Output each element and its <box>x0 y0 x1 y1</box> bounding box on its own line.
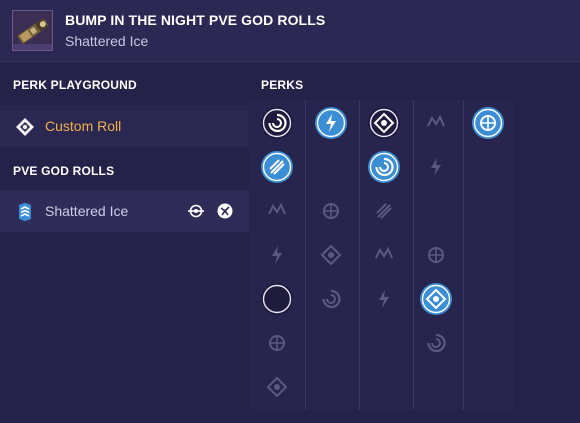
crossed-trait-perk-icon[interactable] <box>367 194 401 228</box>
cross-trait-perk-icon[interactable] <box>419 326 453 360</box>
header: BUMP IN THE NIGHT PVE GOD ROLLS Shattere… <box>0 0 580 62</box>
atom-trait-perk-icon[interactable] <box>419 194 453 228</box>
column-divider <box>359 100 360 410</box>
car-trait-perk-icon[interactable] <box>367 106 401 140</box>
grip-magazine-perk-icon[interactable] <box>314 106 348 140</box>
chevron-rank-icon <box>15 202 35 222</box>
perk-playground-title: PERK PLAYGROUND <box>13 78 137 92</box>
rocket-magazine-perk-icon[interactable] <box>314 282 348 316</box>
column-divider <box>413 100 414 410</box>
dragon-trait-perk-icon[interactable] <box>419 106 453 140</box>
god-roll-item-shattered-ice[interactable]: Shattered Ice <box>0 190 249 232</box>
palm-barrel-perk-icon[interactable] <box>260 150 294 184</box>
claw-magazine-perk-icon[interactable] <box>314 194 348 228</box>
pve-god-rolls-title: PVE GOD ROLLS <box>13 164 115 178</box>
masterwork-ring-perk-icon[interactable] <box>471 106 505 140</box>
column-divider <box>305 100 306 410</box>
custom-roll-item[interactable]: Custom Roll <box>0 105 249 147</box>
perk-column-bg <box>464 100 514 410</box>
swirl-barrel-perk-icon[interactable] <box>260 106 294 140</box>
page-title: BUMP IN THE NIGHT PVE GOD ROLLS <box>65 12 326 28</box>
skull-trait-perk-icon[interactable] <box>367 238 401 272</box>
page-subtitle: Shattered Ice <box>65 33 149 49</box>
flame-barrel-perk-icon[interactable] <box>260 282 294 316</box>
god-roll-label: Shattered Ice <box>45 203 129 219</box>
target-trait-perk-icon[interactable] <box>367 326 401 360</box>
crosshair-trait-perk-icon[interactable] <box>419 238 453 272</box>
diamond-magazine-perk-icon[interactable] <box>314 238 348 272</box>
orbit-trait-perk-icon[interactable] <box>419 282 453 316</box>
column-divider <box>463 100 464 410</box>
custom-roll-label: Custom Roll <box>45 118 122 134</box>
tri-barrel-perk-icon[interactable] <box>260 370 294 404</box>
rocket-launcher-icon <box>12 10 53 51</box>
arc-barrel-perk-icon[interactable] <box>260 326 294 360</box>
sidebar: PERK PLAYGROUND Custom Roll PVE GOD ROLL… <box>0 62 249 423</box>
lightning-barrel-perk-icon[interactable] <box>260 238 294 272</box>
playground-diamond-icon <box>15 117 35 137</box>
star-trait-perk-icon[interactable] <box>419 150 453 184</box>
explosive-burst-perk-icon <box>216 202 234 220</box>
reload-orbit-perk-icon <box>187 202 205 220</box>
explosion-trait-perk-icon[interactable] <box>367 150 401 184</box>
perks-panel: PERKS <box>249 62 580 423</box>
perks-title: PERKS <box>261 78 304 92</box>
target-magazine-perk-icon[interactable] <box>314 150 348 184</box>
arrow-trait-perk-icon[interactable] <box>367 282 401 316</box>
spike-barrel-perk-icon[interactable] <box>260 194 294 228</box>
